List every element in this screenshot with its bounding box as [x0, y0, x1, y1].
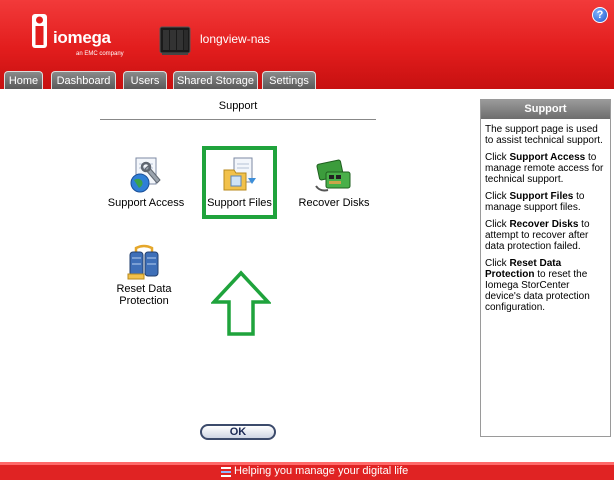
help-item-term: Recover Disks: [509, 219, 579, 230]
help-panel: Support The support page is used to assi…: [480, 99, 611, 437]
device-name: longview-nas: [200, 32, 271, 46]
iomega-logo-icon: [32, 14, 47, 48]
footer-tagline: Helping you manage your digital life: [234, 465, 409, 477]
support-files-label: Support Files: [207, 197, 272, 209]
tab-users[interactable]: Users: [123, 71, 167, 89]
help-item-term: Support Files: [509, 191, 574, 202]
ok-button[interactable]: OK: [200, 424, 276, 440]
page-title: Support: [218, 100, 258, 112]
help-icon[interactable]: ?: [592, 7, 608, 23]
reset-data-protection-icon: [127, 244, 159, 280]
recover-disks-tile[interactable]: Recover Disks: [298, 156, 370, 209]
nas-device-icon: [159, 26, 191, 55]
tab-settings[interactable]: Settings: [262, 71, 316, 89]
footer-bar: Helping you manage your digital life: [0, 462, 614, 480]
brand-name: iomega: [53, 28, 111, 47]
reset-data-protection-label-line2: Protection: [119, 295, 169, 307]
help-item: Click Recover Disks to attempt to recove…: [485, 219, 607, 252]
support-access-tile[interactable]: Support Access: [106, 156, 186, 209]
help-item-term: Support Access: [509, 152, 586, 163]
reset-data-protection-tile[interactable]: Reset Data Protection: [108, 244, 180, 307]
header-banner: iomega an EMC company longview-nas ? Hom…: [0, 0, 614, 89]
help-intro: The support page is used to assist techn…: [485, 124, 603, 146]
help-item: Click Support Files to manage support fi…: [485, 191, 607, 213]
support-access-icon: [130, 157, 161, 193]
tab-home[interactable]: Home: [4, 71, 43, 89]
title-divider: [100, 119, 376, 120]
recover-disks-label: Recover Disks: [298, 197, 370, 209]
help-item-prefix: Click: [485, 191, 510, 202]
help-panel-body: The support page is used to assist techn…: [481, 119, 610, 313]
support-files-icon: [223, 157, 256, 191]
help-item-prefix: Click: [485, 152, 510, 163]
tab-dashboard[interactable]: Dashboard: [51, 71, 116, 89]
support-access-label: Support Access: [107, 197, 185, 209]
reset-data-protection-label-line1: Reset Data: [116, 283, 172, 295]
help-item-prefix: Click: [485, 258, 510, 269]
support-files-tile[interactable]: Support Files: [206, 156, 273, 209]
help-item: Click Support Access to manage remote ac…: [485, 152, 607, 185]
brand-subtitle: an EMC company: [76, 51, 124, 57]
iomega-mini-icon: [221, 467, 231, 477]
tab-shared-storage[interactable]: Shared Storage: [173, 71, 258, 89]
help-item: Click Reset Data Protection to reset the…: [485, 258, 607, 313]
recover-disks-icon: [315, 159, 351, 192]
help-panel-title: Support: [481, 100, 610, 119]
up-arrow-icon: [211, 270, 271, 336]
help-item-prefix: Click: [485, 219, 510, 230]
